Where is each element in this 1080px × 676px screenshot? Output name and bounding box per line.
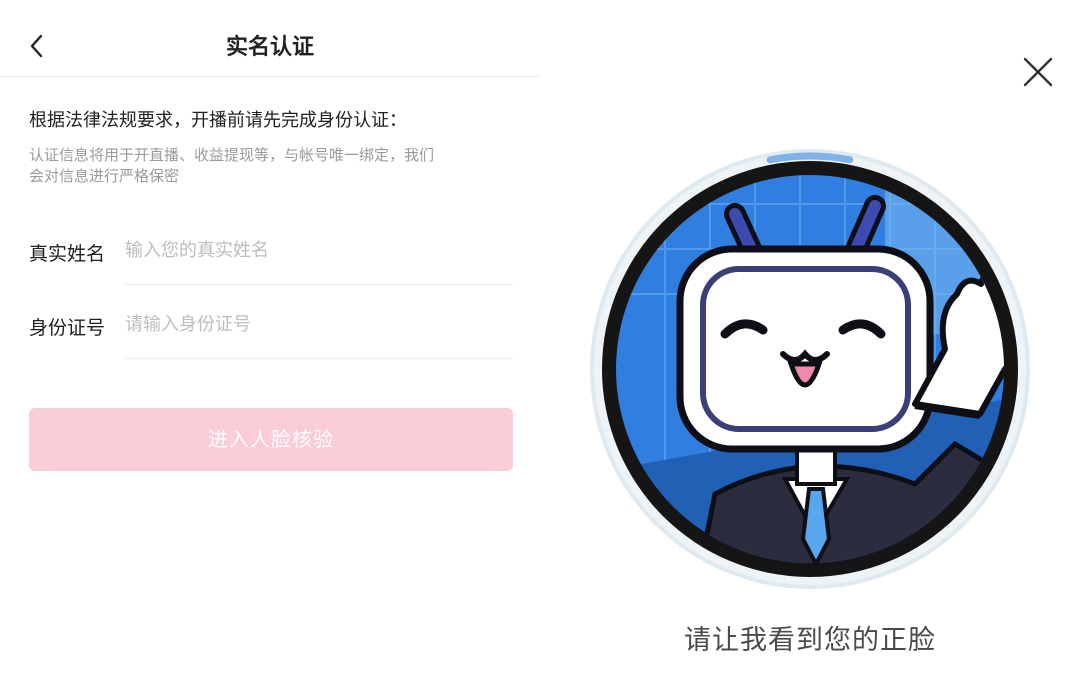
face-prompt-text: 请让我看到您的正脸 — [684, 625, 936, 656]
real-name-verification-panel: 实名认证 根据法律法规要求，开播前请先完成身份认证： 认证信息将用于开直播、收益… — [0, 0, 540, 676]
close-icon — [1023, 57, 1053, 87]
privacy-note-line-2: 会对信息进行严格保密 — [29, 167, 180, 185]
privacy-note-line-1: 认证信息将用于开直播、收益提现等，与帐号唯一绑定，我们 — [29, 146, 435, 164]
start-face-verification-button[interactable]: 进入人脸核验 — [29, 408, 513, 471]
privacy-note: 认证信息将用于开直播、收益提现等，与帐号唯一绑定，我们 会对信息进行严格保密 — [29, 145, 519, 187]
face-scan-panel: 请让我看到您的正脸 — [540, 0, 1080, 676]
face-capture-frame — [590, 149, 1030, 589]
intro-text: 根据法律法规要求，开播前请先完成身份认证： — [29, 110, 407, 131]
nav-bar: 实名认证 — [0, 0, 540, 77]
name-label: 真实姓名 — [29, 243, 106, 265]
scan-progress-arc — [766, 152, 854, 164]
page-title: 实名认证 — [225, 35, 314, 60]
name-input[interactable] — [125, 227, 511, 273]
id-number-input[interactable] — [125, 301, 511, 347]
name-field: 真实姓名 — [29, 212, 513, 290]
close-button[interactable] — [1020, 54, 1056, 90]
name-underline — [125, 284, 513, 285]
id-number-field: 身份证号 — [29, 286, 513, 364]
bilibili-tv-mascot-icon — [616, 175, 1004, 563]
id-number-underline — [125, 358, 513, 359]
id-number-label: 身份证号 — [29, 317, 106, 339]
